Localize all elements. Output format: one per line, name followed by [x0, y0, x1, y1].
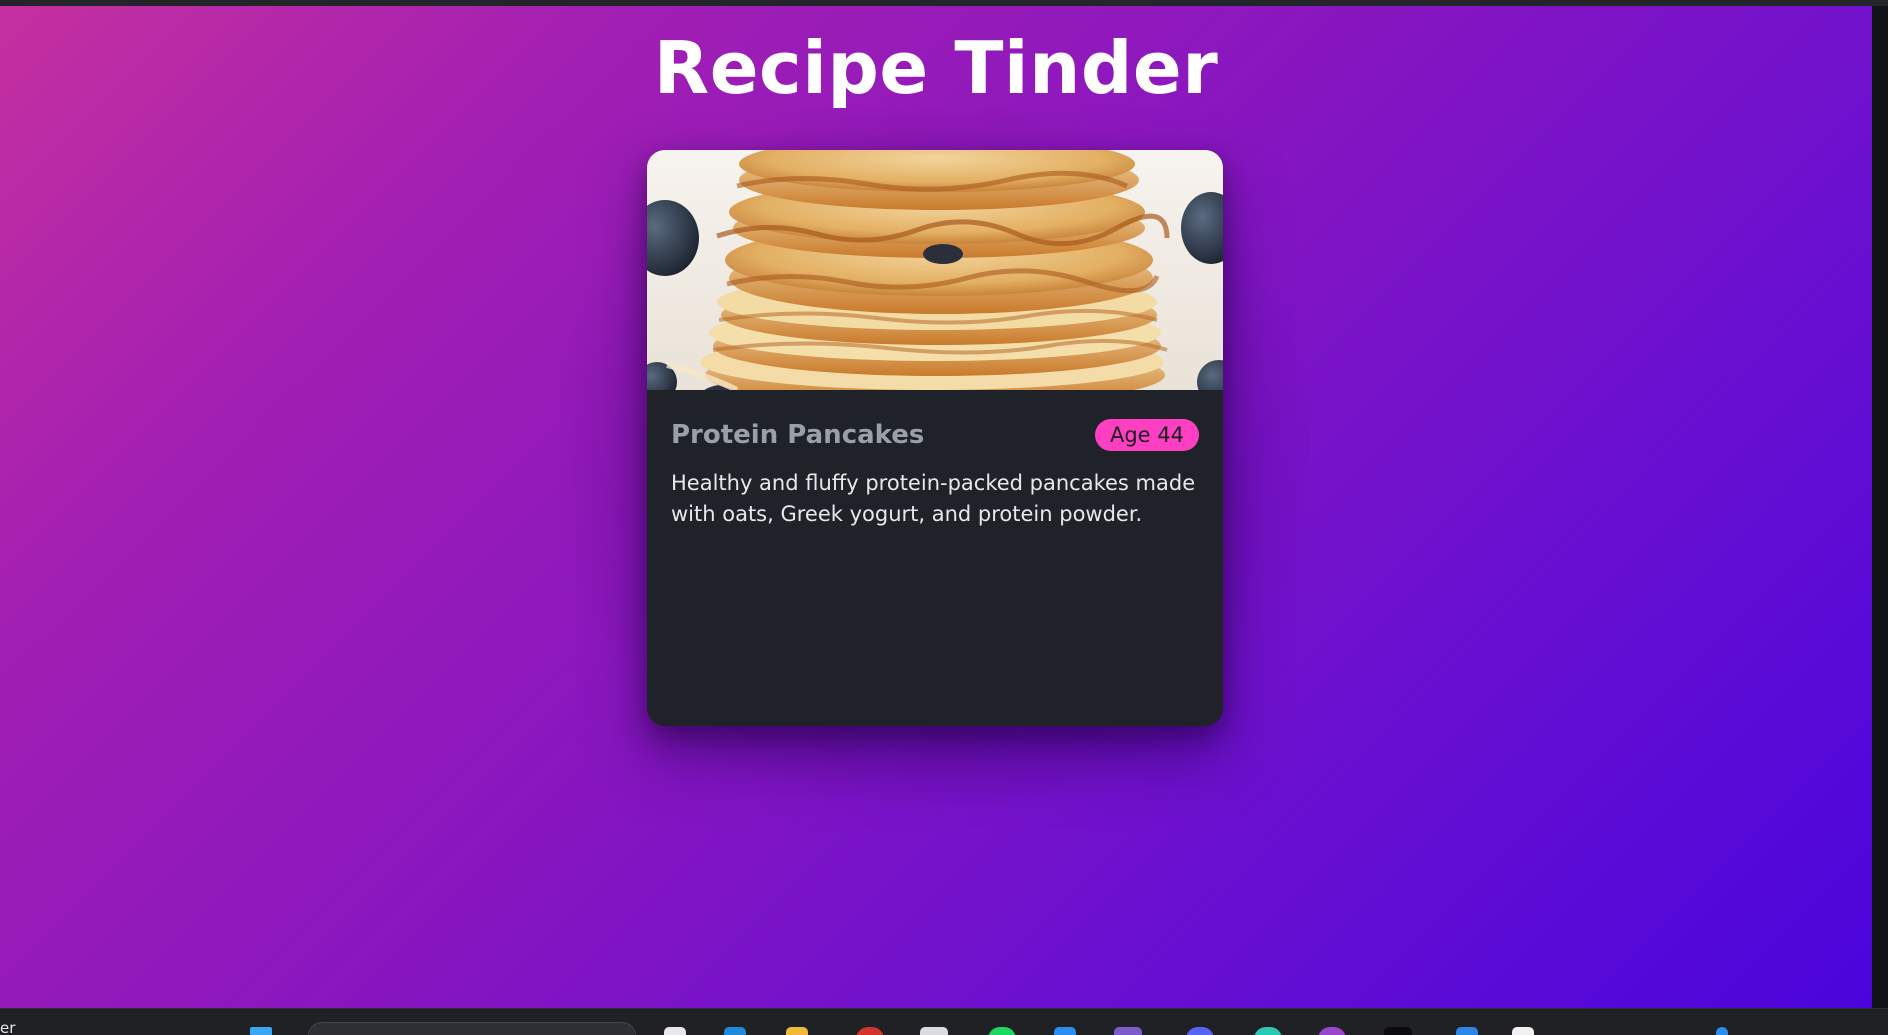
- app-viewport: Recipe Tinder Protein Pancakes Age 44 He…: [0, 6, 1872, 1008]
- recipe-image: [647, 150, 1223, 390]
- chatgpt-icon[interactable]: [1254, 1027, 1282, 1035]
- recipe-description: Healthy and fluffy protein-packed pancak…: [671, 471, 1196, 526]
- spotify-icon[interactable]: [988, 1027, 1016, 1035]
- vscode-icon[interactable]: [1054, 1027, 1076, 1035]
- windows-start-icon[interactable]: [250, 1027, 272, 1035]
- tray-icon[interactable]: [1716, 1027, 1728, 1035]
- teams-icon[interactable]: [1114, 1027, 1142, 1035]
- taskbar: er: [0, 1008, 1888, 1035]
- recipe-title: Protein Pancakes: [671, 420, 925, 450]
- notepad-icon[interactable]: [664, 1027, 686, 1035]
- tor-icon[interactable]: [1318, 1027, 1346, 1035]
- search-box[interactable]: [308, 1022, 636, 1035]
- age-badge: Age 44: [1094, 419, 1199, 451]
- discord-icon[interactable]: [1186, 1027, 1214, 1035]
- azure-icon[interactable]: [1456, 1027, 1478, 1035]
- pancake-stack-illustration: [647, 150, 1223, 390]
- page-title: Recipe Tinder: [653, 26, 1219, 110]
- window-right-edge: [1872, 6, 1888, 1008]
- calculator-icon[interactable]: [920, 1027, 948, 1035]
- calendar-icon[interactable]: [1512, 1027, 1534, 1035]
- edge-icon[interactable]: [724, 1027, 746, 1035]
- terminal-icon[interactable]: [1384, 1027, 1412, 1035]
- record-icon[interactable]: [856, 1027, 884, 1035]
- file-explorer-icon[interactable]: [786, 1027, 808, 1035]
- recipe-card[interactable]: Protein Pancakes Age 44 Healthy and fluf…: [647, 150, 1223, 726]
- taskbar-edge-text: er: [0, 1019, 16, 1035]
